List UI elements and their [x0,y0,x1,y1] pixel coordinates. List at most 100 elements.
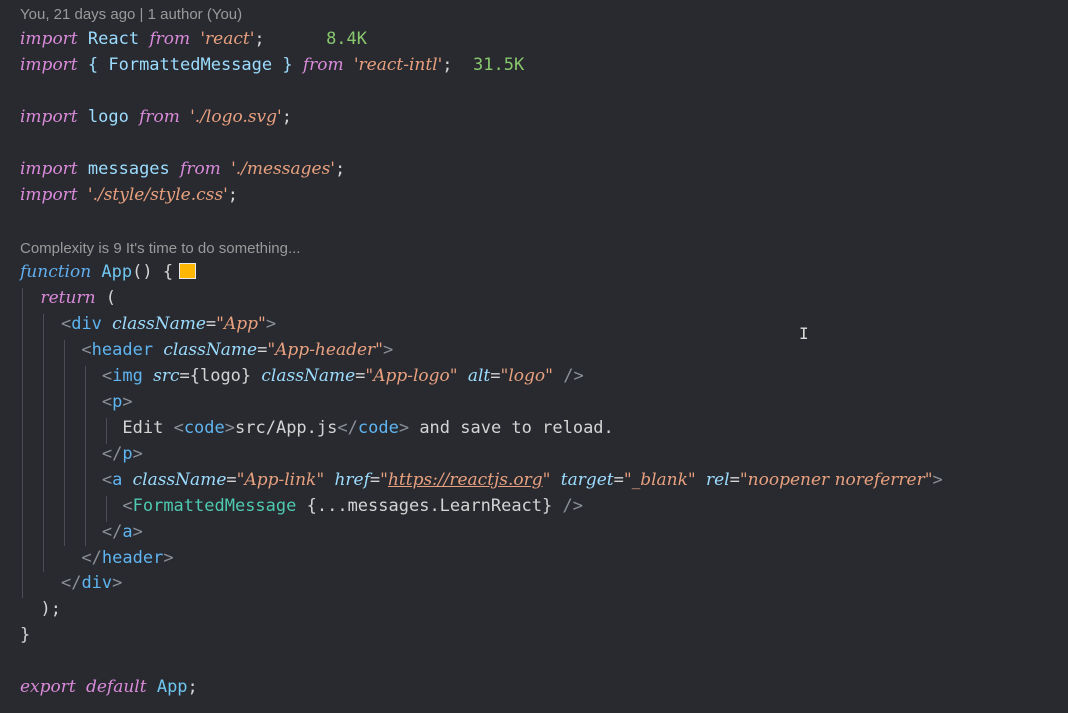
tag-bracket: </ [81,548,102,568]
jsx-attribute: alt [467,366,491,386]
tag-bracket: /> [563,366,584,386]
tag-bracket: </ [60,573,82,593]
jsx-tag: div [71,314,102,334]
tag-bracket: > [398,418,410,438]
code-line: export default App; [20,674,198,700]
keyword: from [139,107,180,127]
jsx-tag: header [101,548,164,568]
string-literal: './logo.svg' [190,107,282,127]
tag-bracket: < [101,470,113,490]
code-line: <div className="App"> [20,311,276,337]
code-line: Edit <code>src/App.js</code> and save to… [20,415,614,441]
tag-bracket: /> [562,496,583,516]
code-editor[interactable]: You, 21 days ago | 1 author (You) import… [0,0,1068,713]
string-literal: './messages' [231,159,335,179]
punctuation: = [226,470,237,490]
tag-bracket: > [224,418,236,438]
tag-bracket: </ [101,444,123,464]
keyword: import [20,107,78,127]
string-literal: "App-logo" [365,366,458,386]
tag-bracket: < [101,392,113,412]
punctuation: = [369,470,381,490]
keyword: import [20,159,78,179]
tag-bracket: > [132,522,143,542]
jsx-tag: header [91,340,154,360]
keyword: import [20,29,78,49]
jsx-attribute: target [560,470,614,490]
code-line: import React from 'react'; 8.4K [20,26,367,52]
tag-bracket: </ [337,418,358,438]
jsx-attribute: rel [705,470,730,490]
punctuation: () { [132,262,174,282]
string-literal: "_blank" [623,470,696,490]
string-literal: "noopener noreferrer" [739,470,933,490]
jsx-tag: code [183,418,225,438]
jsx-tag: code [357,418,399,438]
punctuation: ( [105,288,117,308]
keyword: from [302,55,344,75]
identifier: App [156,677,188,697]
jsx-tag: a [122,522,133,542]
code-line: } [20,622,30,648]
jsx-text: and save to reload. [419,418,614,438]
punctuation: ; [227,185,239,205]
jsx-tag: a [112,470,123,490]
string-literal: "App" [216,314,266,334]
import-size-badge: 31.5K [473,55,525,75]
import-size-badge: 8.4K [326,29,368,49]
jsx-tag: p [112,392,123,412]
string-literal: "App-link" [236,470,325,490]
punctuation: ; [187,677,198,697]
keyword: return [40,288,96,308]
code-line: <a className="App-link" href="https://re… [20,467,943,493]
punctuation: = [257,340,268,360]
punctuation: = [355,366,366,386]
git-blame-codelens[interactable]: You, 21 days ago | 1 author (You) [20,6,242,23]
code-line: </p> [20,441,143,467]
color-swatch-icon[interactable] [179,263,197,279]
jsx-attribute: src [153,366,180,386]
code-line: import './style/style.css'; [20,182,238,208]
code-line: <header className="App-header"> [20,337,393,363]
tag-bracket: > [382,340,394,360]
punctuation: } [20,625,31,645]
tag-bracket: > [163,548,174,568]
code-line: <FormattedMessage {...messages.LearnReac… [20,493,583,519]
jsx-expression: {logo} [189,366,252,386]
code-line: return ( [20,285,116,311]
punctuation: ; [334,159,346,179]
text-cursor-icon: I [799,324,809,343]
keyword: default [85,677,147,697]
punctuation: = [205,314,217,334]
identifier: logo [87,107,129,127]
jsx-expression: {...messages.LearnReact} [306,496,553,516]
tag-bracket: > [132,444,143,464]
punctuation: = [490,366,501,386]
keyword: function [20,262,92,282]
code-line: </div> [20,570,122,596]
string-literal: './style/style.css' [87,185,228,205]
jsx-text: Edit [122,418,164,438]
punctuation: ; [442,55,453,75]
tag-bracket: < [101,366,113,386]
punctuation: = [179,366,190,386]
tag-bracket: > [265,314,277,334]
complexity-codelens[interactable]: Complexity is 9 It's time to do somethin… [20,240,300,257]
code-line: <img src={logo} className="App-logo" alt… [20,363,584,389]
jsx-text: src/App.js [235,418,338,438]
tag-bracket: > [122,392,133,412]
string-literal: "logo" [500,366,553,386]
punctuation: = [613,470,624,490]
tag-bracket: < [173,418,184,438]
string-literal: "App-header" [267,340,383,360]
tag-bracket: > [112,573,123,593]
code-line: import { FormattedMessage } from 'react-… [20,52,524,78]
identifier: messages [87,159,170,179]
string-quote: " [542,470,551,490]
keyword: from [149,29,191,49]
keyword: from [180,159,221,179]
jsx-attribute: className [132,470,227,490]
url-link[interactable]: https://reactjs.org [388,470,543,490]
keyword: import [20,55,78,75]
string-literal: 'react' [200,29,255,49]
